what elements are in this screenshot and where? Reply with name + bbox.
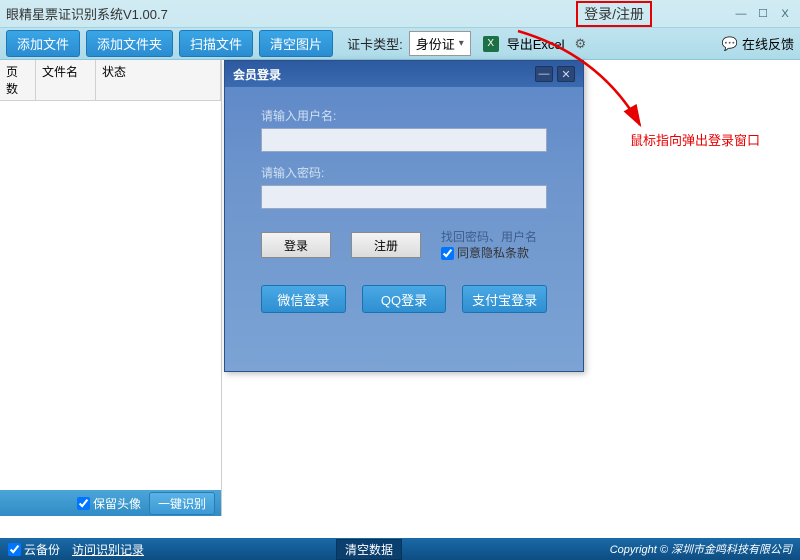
feedback-label: 在线反馈 — [742, 34, 794, 53]
dialog-minimize-icon[interactable]: — — [535, 66, 553, 82]
login-dialog: 会员登录 — ✕ 请输入用户名: 请输入密码: 登录 注册 找回密码、用户名 同… — [224, 60, 584, 372]
card-type-value: 身份证 — [416, 34, 455, 53]
social-login-row: 微信登录 QQ登录 支付宝登录 — [261, 285, 547, 313]
cloud-backup-input[interactable] — [8, 543, 21, 556]
alipay-login-button[interactable]: 支付宝登录 — [462, 285, 547, 313]
dialog-titlebar: 会员登录 — ✕ — [225, 61, 583, 87]
column-headers: 页数 文件名 状态 — [0, 60, 221, 101]
chevron-down-icon: ▾ — [459, 38, 464, 49]
copyright-text: Copyright © 深圳市金鸣科技有限公司 — [610, 541, 792, 557]
dialog-title-text: 会员登录 — [233, 66, 531, 83]
one-click-recognize-button[interactable]: 一键识别 — [149, 492, 215, 515]
password-label: 请输入密码: — [261, 164, 547, 181]
card-type-select[interactable]: 身份证 ▾ — [409, 31, 471, 56]
clear-data-button[interactable]: 清空数据 — [336, 539, 402, 560]
toolbar: 添加文件 添加文件夹 扫描文件 清空图片 证卡类型: 身份证 ▾ X 导出Exc… — [0, 28, 800, 60]
col-filename: 文件名 — [36, 60, 96, 100]
visit-history-link[interactable]: 访问识别记录 — [72, 541, 144, 558]
app-title: 眼精星票证识别系统V1.00.7 — [6, 4, 576, 23]
side-links: 找回密码、用户名 同意隐私条款 — [441, 229, 537, 261]
keep-avatar-checkbox[interactable]: 保留头像 — [77, 495, 141, 512]
cloud-backup-checkbox[interactable]: 云备份 — [8, 541, 60, 558]
close-icon[interactable]: X — [776, 6, 794, 22]
wechat-login-button[interactable]: 微信登录 — [261, 285, 346, 313]
card-type-label: 证卡类型: — [347, 34, 403, 53]
login-register-link[interactable]: 登录/注册 — [576, 1, 652, 27]
file-list-panel: 页数 文件名 状态 保留头像 一键识别 — [0, 60, 222, 516]
col-status: 状态 — [96, 60, 221, 100]
username-label: 请输入用户名: — [261, 107, 547, 124]
maximize-icon[interactable]: ☐ — [754, 6, 772, 22]
minimize-icon[interactable]: — — [732, 6, 750, 22]
keep-avatar-input[interactable] — [77, 497, 90, 510]
register-button[interactable]: 注册 — [351, 232, 421, 258]
window-controls: — ☐ X — [732, 6, 794, 22]
dialog-body: 请输入用户名: 请输入密码: 登录 注册 找回密码、用户名 同意隐私条款 微信登… — [225, 87, 583, 323]
login-button-row: 登录 注册 找回密码、用户名 同意隐私条款 — [261, 229, 547, 261]
col-pages: 页数 — [0, 60, 36, 100]
status-bar: 云备份 访问识别记录 清空数据 Copyright © 深圳市金鸣科技有限公司 — [0, 538, 800, 560]
login-button[interactable]: 登录 — [261, 232, 331, 258]
chat-icon: 💬 — [722, 36, 738, 52]
add-folder-button[interactable]: 添加文件夹 — [86, 30, 173, 57]
excel-icon: X — [483, 36, 499, 52]
add-file-button[interactable]: 添加文件 — [6, 30, 80, 57]
online-feedback-link[interactable]: 💬 在线反馈 — [722, 34, 794, 53]
clear-images-button[interactable]: 清空图片 — [259, 30, 333, 57]
find-password-link[interactable]: 找回密码、用户名 — [441, 229, 537, 245]
sidebar-footer: 保留头像 一键识别 — [0, 490, 221, 516]
dialog-close-icon[interactable]: ✕ — [557, 66, 575, 82]
export-excel-link[interactable]: 导出Excel — [507, 34, 565, 53]
title-bar: 眼精星票证识别系统V1.00.7 登录/注册 — ☐ X — [0, 0, 800, 28]
agree-checkbox[interactable]: 同意隐私条款 — [441, 245, 537, 261]
qq-login-button[interactable]: QQ登录 — [362, 285, 447, 313]
annotation-text: 鼠标指向弹出登录窗口 — [630, 130, 760, 149]
username-input[interactable] — [261, 128, 547, 152]
gear-icon[interactable]: ⚙ — [575, 36, 587, 52]
password-input[interactable] — [261, 185, 547, 209]
file-list-body — [0, 101, 221, 490]
scan-file-button[interactable]: 扫描文件 — [179, 30, 253, 57]
agree-input[interactable] — [441, 247, 454, 260]
